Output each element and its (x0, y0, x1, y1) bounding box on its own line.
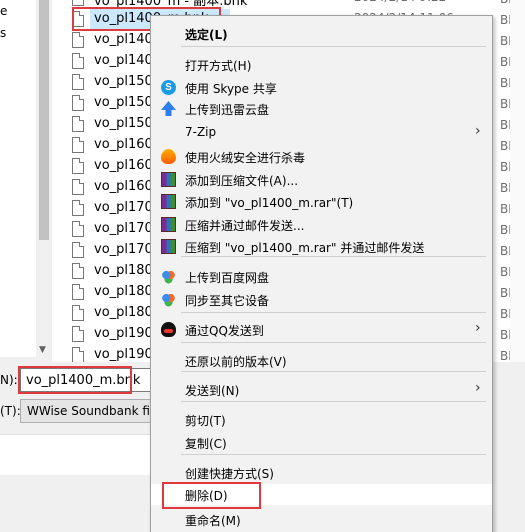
file-icon (72, 95, 84, 111)
menu-item-label: 复制(C) (185, 437, 227, 451)
file-icon (72, 242, 84, 258)
menu-item-label: 打开方式(H) (185, 59, 252, 73)
menu-separator (181, 312, 486, 313)
nav-item[interactable]: e (0, 4, 7, 18)
filename-highlight (18, 366, 132, 394)
file-icon (72, 0, 84, 6)
file-icon (72, 53, 84, 69)
menu-item-label: 发送到(N) (185, 384, 240, 398)
delete-highlight (162, 482, 261, 509)
menu-item-label: 7-Zip (185, 125, 217, 139)
file-icon (72, 200, 84, 216)
menu-separator (181, 454, 486, 455)
menu-item[interactable]: S 使用 Skype 共享 (151, 77, 492, 98)
qq-icon (161, 322, 176, 337)
footer-panel (0, 435, 150, 475)
menu-item[interactable]: 打开方式(H) (151, 54, 492, 75)
baidu-netdisk-icon (161, 292, 176, 307)
menu-item-label: 重命名(M) (185, 514, 241, 528)
menu-item-label: 创建快捷方式(S) (185, 467, 274, 481)
menu-item-label: 选定(L) (185, 28, 228, 42)
menu-separator (181, 401, 486, 402)
winrar-icon (161, 239, 176, 254)
menu-item-label: 压缩并通过邮件发送... (185, 219, 305, 233)
menu-item-label: 还原以前的版本(V) (185, 355, 287, 369)
menu-item[interactable]: 还原以前的版本(V) (151, 350, 492, 371)
menu-item[interactable]: 添加到压缩文件(A)... (151, 169, 492, 190)
menu-item[interactable]: 使用火绒安全进行杀毒 (151, 146, 492, 167)
menu-item-label: 添加到压缩文件(A)... (185, 174, 299, 188)
menu-item[interactable]: 复制(C) (151, 432, 492, 453)
menu-separator (181, 371, 486, 372)
menu-item-label: 上传到百度网盘 (185, 271, 270, 285)
menu-item[interactable]: 创建快捷方式(S) (151, 462, 492, 483)
menu-item[interactable]: 通过QQ发送到 › (151, 319, 492, 340)
file-icon (72, 158, 84, 174)
file-icon (72, 284, 84, 300)
menu-item[interactable]: 7-Zip › (151, 122, 492, 143)
chevron-right-icon: › (475, 320, 481, 336)
nav-scrollbar[interactable]: ▼ (36, 0, 52, 357)
file-date: 2024/2/14 9:22 (354, 0, 446, 4)
menu-item-label: 通过QQ发送到 (185, 324, 264, 338)
file-list-scrollbar[interactable] (510, 0, 525, 362)
menu-separator (181, 46, 486, 47)
winrar-icon (161, 172, 176, 187)
menu-item-label: 使用火绒安全进行杀毒 (185, 151, 306, 165)
xunlei-icon (161, 101, 176, 116)
file-icon (72, 116, 84, 132)
navigation-pane: e s ▼ (0, 0, 52, 357)
file-icon (72, 179, 84, 195)
nav-item[interactable]: s (0, 26, 6, 40)
menu-item[interactable]: 压缩到 "vo_pl1400_m.rar" 并通过邮件发送 (151, 236, 492, 257)
menu-separator (181, 342, 486, 343)
file-icon (72, 32, 84, 48)
menu-item[interactable]: 同步至其它设备 (151, 289, 492, 310)
menu-item-label: 上传到迅雷云盘 (185, 103, 270, 117)
menu-item-label: 添加到 "vo_pl1400_m.rar"(T) (185, 196, 354, 210)
huorong-icon (161, 149, 176, 164)
menu-item[interactable]: 选定(L) (151, 23, 492, 44)
winrar-icon (161, 217, 176, 232)
scroll-down-icon[interactable]: ▼ (39, 345, 46, 355)
filetype-label: (T): (0, 404, 21, 418)
file-icon (72, 305, 84, 321)
menu-item-label: 同步至其它设备 (185, 294, 270, 308)
file-icon (72, 221, 84, 237)
context-menu: 选定(L) 打开方式(H) S 使用 Skype 共享 上传到迅雷云盘 7-Zip › 使用火… (150, 15, 493, 532)
file-icon (72, 74, 84, 90)
chevron-right-icon: › (475, 380, 481, 396)
menu-item-label: 剪切(T) (185, 414, 226, 428)
chevron-right-icon: › (475, 123, 481, 139)
file-icon (72, 263, 84, 279)
menu-item-label: 压缩到 "vo_pl1400_m.rar" 并通过邮件发送 (185, 241, 425, 255)
skype-icon: S (161, 80, 176, 95)
filename-label: N): (0, 373, 18, 387)
menu-item[interactable]: 发送到(N) › (151, 379, 492, 400)
file-icon (72, 347, 84, 362)
baidu-netdisk-icon (161, 269, 176, 284)
scrollbar-thumb[interactable] (39, 0, 49, 240)
menu-item[interactable]: 重命名(M) (151, 509, 492, 530)
menu-item[interactable]: 添加到 "vo_pl1400_m.rar"(T) (151, 191, 492, 212)
menu-item[interactable]: 剪切(T) (151, 409, 492, 430)
winrar-icon (161, 194, 176, 209)
file-icon (72, 326, 84, 342)
menu-item[interactable]: 上传到百度网盘 (151, 266, 492, 287)
menu-item-label: 使用 Skype 共享 (185, 82, 277, 96)
menu-item[interactable]: 压缩并通过邮件发送... (151, 214, 492, 235)
file-icon (72, 137, 84, 153)
filetype-select[interactable]: WWise Soundbank file (20, 399, 155, 423)
menu-item[interactable]: 上传到迅雷云盘 (151, 98, 492, 119)
